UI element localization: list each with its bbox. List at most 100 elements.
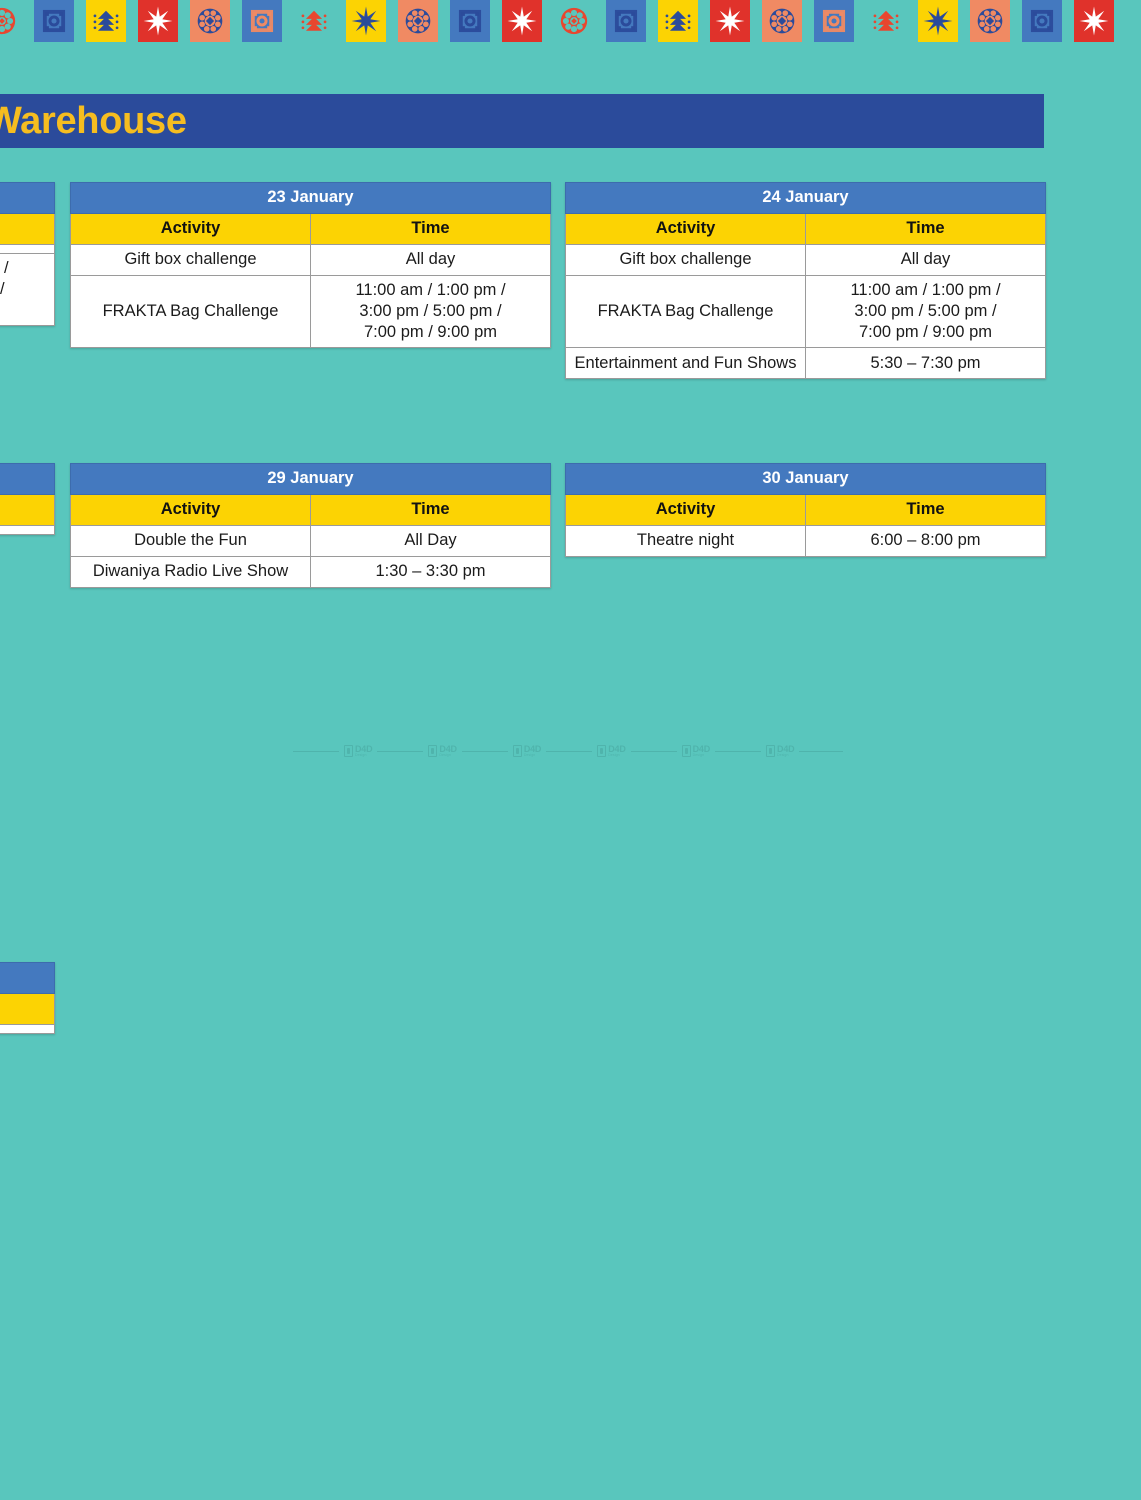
page-title: Warehouse [0, 100, 187, 142]
activity-column-header: Activity [565, 494, 806, 526]
table-row: Gift box challenge All day [70, 244, 551, 276]
table-date-header: 30 January [565, 463, 1046, 495]
table-date-header-row [0, 463, 55, 495]
table-row: FRAKTA Bag Challenge 11:00 am / 1:00 pm /… [70, 274, 551, 349]
time-column-header: Time [310, 494, 551, 526]
eight-point-star-icon [502, 0, 542, 42]
watermark-logo: D4D Design [597, 744, 626, 758]
square-knot-icon [1022, 0, 1062, 42]
table-row: Theatre night 6:00 – 8:00 pm [565, 525, 1046, 557]
time-column-header [0, 993, 55, 1025]
eight-point-star-icon [710, 0, 750, 42]
watermark-badge-icon [428, 745, 438, 757]
eight-point-star-icon [141, 4, 175, 38]
table-column-header-row: Activity Time [70, 494, 551, 526]
stacked-triangles-icon [294, 0, 334, 42]
square-knot-icon [609, 4, 643, 38]
eight-point-star-icon [349, 4, 383, 38]
table-row: Double the Fun All Day [70, 525, 551, 557]
stacked-triangles-icon [89, 4, 123, 38]
schedule-table-clipped-left-middle [0, 463, 55, 535]
starburst-medallion-icon [557, 4, 591, 38]
wheel-medallion-icon [762, 0, 802, 42]
schedule-table-29-january: 29 January Activity Time Double the Fun All … [70, 463, 551, 588]
watermark-item: D4D Design [626, 744, 710, 758]
time-cell: All Day [310, 525, 551, 557]
table-row: FRAKTA Bag Challenge 11:00 am / 1:00 pm /… [565, 274, 1046, 349]
table-column-header-row: Activity Time [70, 213, 551, 245]
watermark-word: D4D [777, 743, 795, 754]
watermark-item: D4D Design [288, 743, 373, 758]
table-date-header [0, 182, 55, 214]
watermark-logo: D4D Design [681, 744, 710, 758]
activity-cell: Gift box challenge [565, 244, 806, 276]
watermark-logo: D4D Design [344, 743, 373, 758]
eight-point-star-icon [505, 4, 539, 38]
activity-cell: Theatre night [565, 525, 806, 557]
schedule-table-30-january: 30 January Activity Time Theatre night 6:00 … [565, 463, 1046, 557]
table-row [0, 244, 55, 254]
stacked-triangles-icon [297, 4, 331, 38]
watermark-item: D4D Design [710, 743, 795, 758]
table-row: 11:00 am / 1:00 pm /3:00 pm / 5:00 pm /7… [0, 252, 55, 327]
activity-column-header: Activity [70, 213, 311, 245]
stacked-triangles-icon [869, 4, 903, 38]
square-knot-icon [817, 4, 851, 38]
table-row: Diwaniya Radio Live Show 1:30 – 3:30 pm [70, 556, 551, 588]
time-cell: All day [805, 244, 1046, 276]
watermark-rule [630, 750, 677, 752]
festive-pattern-strip [0, 0, 1141, 44]
table-column-header-row [0, 494, 55, 526]
watermark-subtext: Design [355, 752, 367, 757]
activity-cell: Entertainment and Fun Shows [565, 347, 806, 380]
wheel-medallion-icon [398, 0, 438, 42]
watermark-badge-icon [681, 745, 691, 757]
activity-cell: Gift box challenge [70, 244, 311, 276]
square-knot-icon [606, 0, 646, 42]
stacked-triangles-icon [86, 0, 126, 42]
watermark-word: D4D [523, 743, 542, 754]
eight-point-star-icon [713, 4, 747, 38]
table-column-header-row [0, 213, 55, 245]
watermark-rule [461, 750, 508, 752]
eight-point-star-icon [921, 4, 955, 38]
time-cell: 11:00 am / 1:00 pm /3:00 pm / 5:00 pm /7… [310, 274, 551, 349]
watermark-rule [293, 750, 339, 752]
eight-point-star-icon [346, 0, 386, 42]
starburst-medallion-icon [554, 0, 594, 42]
table-row [0, 525, 55, 535]
wheel-medallion-icon [401, 4, 435, 38]
time-cell: 11:00 am / 1:00 pm /3:00 pm / 5:00 pm /7… [805, 274, 1046, 349]
time-cell: 5:30 – 7:30 pm [805, 347, 1046, 380]
watermark-logo: D4D Design [766, 743, 795, 758]
table-row: Entertainment and Fun Shows 5:30 – 7:30 p… [565, 347, 1046, 380]
watermark-subtext: Design [777, 752, 789, 757]
watermark-badge-icon [512, 745, 522, 757]
table-date-header: 23 January [70, 182, 551, 214]
time-cell [0, 1024, 55, 1034]
time-column-header: Time [310, 213, 551, 245]
table-date-header-row [0, 182, 55, 214]
table-column-header-row: Activity Time [565, 494, 1046, 526]
table-date-header-row: 30 January [565, 463, 1046, 495]
watermark-logo: D4D Design [428, 744, 457, 758]
activity-cell: Diwaniya Radio Live Show [70, 556, 311, 588]
watermark-item: D4D Design [541, 744, 626, 758]
wheel-medallion-icon [973, 4, 1007, 38]
square-knot-icon [37, 4, 71, 38]
square-knot-icon [242, 0, 282, 42]
watermark-logo: D4D Design [512, 743, 542, 758]
table-date-header: 24 January [565, 182, 1046, 214]
time-cell [0, 244, 55, 254]
eight-point-star-icon [138, 0, 178, 42]
page-title-banner: Warehouse [0, 94, 1044, 148]
square-knot-icon [450, 0, 490, 42]
eight-point-star-icon [918, 0, 958, 42]
watermark-rule [546, 750, 593, 752]
table-date-header: 29 January [70, 463, 551, 495]
watermark-badge-icon [766, 745, 776, 757]
time-column-header [0, 213, 55, 245]
starburst-medallion-icon [0, 4, 19, 38]
stacked-triangles-icon [866, 0, 906, 42]
watermark-word: D4D [355, 743, 373, 754]
